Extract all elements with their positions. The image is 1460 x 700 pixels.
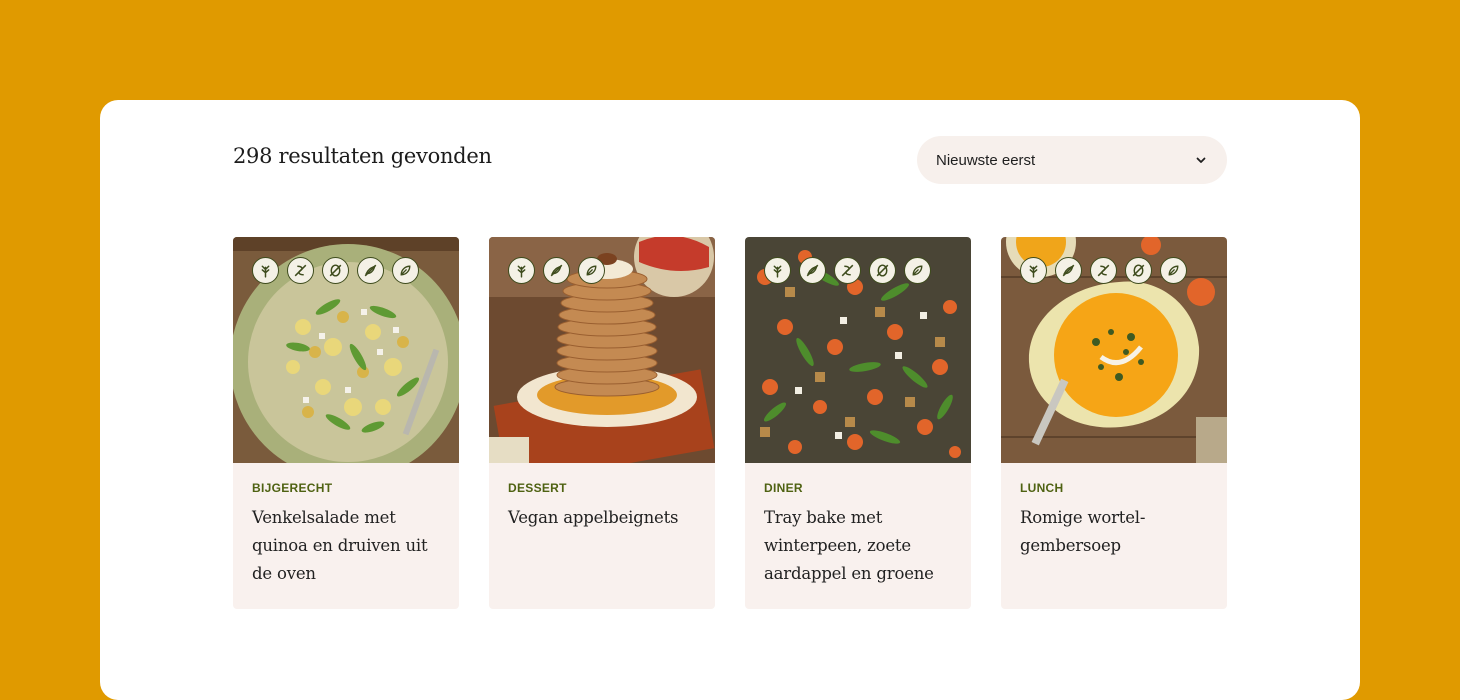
sugar-free-icon	[392, 257, 419, 284]
recipe-title[interactable]: Venkelsalade met quinoa en druiven uit d…	[252, 504, 440, 588]
soy-free-icon	[357, 257, 384, 284]
recipe-image	[489, 237, 715, 463]
diet-badges	[508, 257, 605, 284]
recipe-image	[1001, 237, 1227, 463]
recipe-card[interactable]: BIJGERECHT Venkelsalade met quinoa en dr…	[233, 237, 459, 609]
nut-free-icon	[1125, 257, 1152, 284]
recipe-card[interactable]: DINER Tray bake met winterpeen, zoete aa…	[745, 237, 971, 609]
sugar-free-icon	[578, 257, 605, 284]
vegan-icon	[252, 257, 279, 284]
recipe-category: LUNCH	[1020, 481, 1064, 495]
sugar-free-icon	[1160, 257, 1187, 284]
results-count-heading: 298 resultaten gevonden	[233, 144, 492, 168]
recipe-card[interactable]: LUNCH Romige wortel-gembersoep	[1001, 237, 1227, 609]
recipe-image	[745, 237, 971, 463]
gluten-free-icon	[287, 257, 314, 284]
recipe-category: BIJGERECHT	[252, 481, 333, 495]
diet-badges	[1020, 257, 1187, 284]
recipe-image	[233, 237, 459, 463]
vegan-icon	[508, 257, 535, 284]
soy-free-icon	[1055, 257, 1082, 284]
soy-free-icon	[543, 257, 570, 284]
results-panel: 298 resultaten gevonden Nieuwste eerst B…	[100, 100, 1360, 700]
diet-badges	[764, 257, 931, 284]
vegan-icon	[1020, 257, 1047, 284]
diet-badges	[252, 257, 419, 284]
sugar-free-icon	[904, 257, 931, 284]
recipe-category: DINER	[764, 481, 803, 495]
gluten-free-icon	[1090, 257, 1117, 284]
recipe-category: DESSERT	[508, 481, 567, 495]
chevron-down-icon	[1196, 157, 1206, 163]
gluten-free-icon	[834, 257, 861, 284]
nut-free-icon	[322, 257, 349, 284]
soy-free-icon	[799, 257, 826, 284]
recipe-card[interactable]: DESSERT Vegan appelbeignets	[489, 237, 715, 609]
vegan-icon	[764, 257, 791, 284]
recipe-title[interactable]: Romige wortel-gembersoep	[1020, 504, 1208, 560]
recipe-title[interactable]: Tray bake met winterpeen, zoete aardappe…	[764, 504, 952, 588]
recipe-title[interactable]: Vegan appelbeignets	[508, 504, 696, 532]
nut-free-icon	[869, 257, 896, 284]
sort-dropdown[interactable]: Nieuwste eerst	[917, 136, 1227, 184]
sort-selected-value: Nieuwste eerst	[936, 151, 1036, 169]
